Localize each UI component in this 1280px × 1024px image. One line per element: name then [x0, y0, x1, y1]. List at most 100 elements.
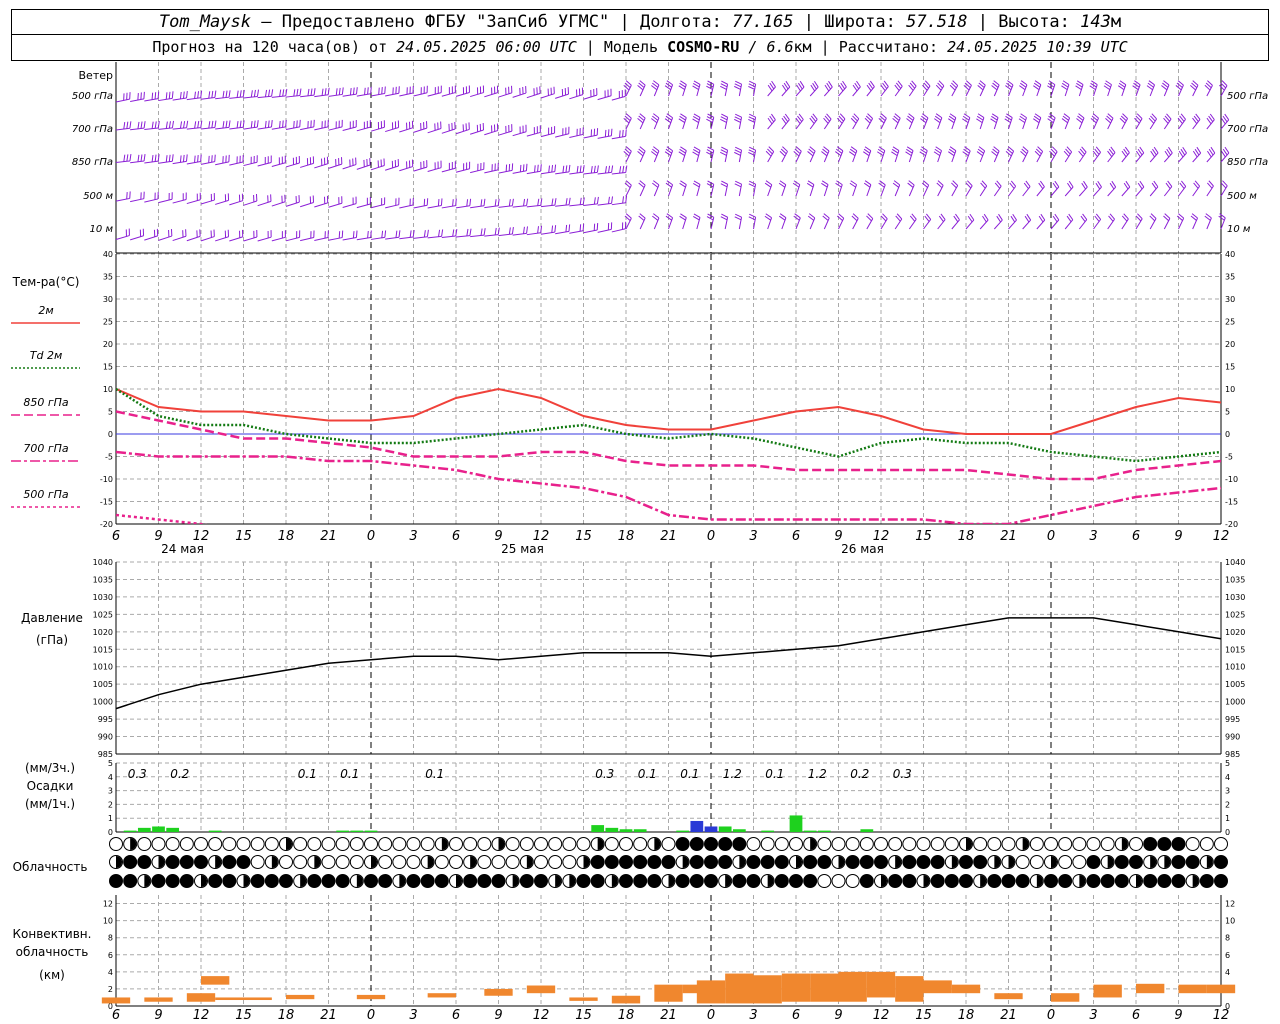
cloud-cover-circle	[151, 874, 166, 888]
cloud-cover-circle	[619, 855, 633, 869]
cloud-cover-circle	[279, 855, 293, 869]
conv-cloud-bar	[1093, 984, 1122, 998]
cloud-cover-circle	[194, 837, 208, 851]
wind-barb	[215, 199, 229, 205]
wind-barb	[172, 97, 187, 101]
wind-barb-feather	[307, 88, 310, 96]
wind-barb-feather	[441, 229, 444, 237]
cloud-cover-circle	[151, 837, 166, 851]
wind-barb-feather	[734, 151, 741, 156]
wind-level-label-right: 700 гПа	[1227, 124, 1268, 135]
wind-barb	[993, 185, 1002, 197]
wind-barb-feather	[129, 153, 132, 162]
cloud-cover-circle	[760, 837, 775, 851]
precip-ytick-left: 2	[108, 800, 113, 809]
wind-barb	[1121, 118, 1128, 130]
conv-cloud-bar	[951, 984, 981, 994]
wind-barb	[484, 234, 499, 237]
wind-barb-feather	[523, 226, 525, 234]
wind-barb	[1093, 219, 1102, 230]
wind-barb-feather	[183, 121, 186, 129]
wind-barb-feather	[540, 164, 542, 172]
wind-barb	[300, 202, 314, 208]
wind-barb	[172, 127, 187, 130]
conv-hour-label: 0	[1047, 1008, 1055, 1023]
wind-barb	[229, 126, 244, 130]
conv-cloud-bar	[201, 976, 230, 985]
cloud-cover-circle	[916, 837, 931, 851]
temp-hour-label: 0	[707, 529, 715, 544]
temp-legend-label: 500 гПа	[23, 488, 69, 501]
press-ytick-right: 1025	[1225, 610, 1245, 619]
cloud-cover-circle	[194, 855, 208, 869]
conv-cloud-bar	[526, 985, 556, 994]
cloud-cover-circle	[1001, 837, 1016, 851]
pressure-title: Давление	[21, 611, 83, 625]
cloud-cover-circle	[774, 855, 789, 869]
wind-barb	[611, 135, 626, 140]
wind-barb-feather	[186, 91, 188, 99]
cloud-cover-circle	[874, 855, 888, 869]
temp-ytick-right: -20	[1225, 520, 1238, 529]
wind-barb-feather	[197, 155, 199, 163]
wind-barb-feather	[140, 154, 143, 162]
wind-barb	[866, 218, 874, 230]
wind-barb-feather	[735, 213, 742, 218]
cloud-cover-circle	[222, 874, 237, 888]
wind-barb	[781, 86, 791, 97]
wind-barb-feather	[137, 121, 140, 129]
cloud-cover-circle	[916, 855, 931, 869]
wind-barb-feather	[165, 121, 168, 129]
temp-hour-label: 18	[958, 529, 975, 544]
wind-barb-feather	[367, 87, 369, 95]
wind-barb	[569, 94, 583, 100]
wind-barb	[144, 160, 159, 164]
cloud-cover-circle	[165, 874, 180, 888]
cloud-cover-circle	[789, 874, 803, 888]
wind-barb-feather	[151, 154, 154, 163]
wind-barb-feather	[171, 120, 175, 128]
wind-barb	[583, 203, 598, 207]
wind-barb-feather	[208, 121, 211, 129]
temp-hour-label: 0	[1047, 529, 1055, 544]
wind-barb	[484, 130, 498, 136]
wind-barb	[356, 126, 371, 132]
wind-barb	[555, 133, 569, 138]
conv-ytick-left: 6	[108, 951, 113, 960]
conv-hour-label: 6	[112, 1008, 120, 1023]
wind-barb	[767, 119, 776, 130]
temp-ytick-right: 15	[1225, 363, 1235, 372]
wind-barb-feather	[222, 90, 225, 98]
cloud-cover-circle	[250, 874, 265, 888]
temp-day-label: 26 мая	[841, 542, 884, 556]
wind-barb	[427, 235, 442, 239]
precip-bar	[690, 820, 704, 832]
conv-cloud-bar	[144, 997, 173, 1002]
wind-barb-feather	[364, 87, 366, 95]
wind-barb	[569, 171, 584, 175]
temp-hour-label: 3	[1089, 529, 1097, 544]
wind-barb	[215, 236, 229, 242]
wind-barb	[356, 164, 371, 170]
wind-barb-feather	[143, 154, 146, 162]
wind-barb-feather	[123, 122, 126, 130]
wind-barb	[229, 161, 244, 166]
wind-barb-feather	[706, 183, 714, 188]
cloud-cover-circle	[335, 837, 350, 851]
wind-barb-feather	[182, 154, 185, 162]
wind-barb	[370, 236, 385, 240]
wind-barb-feather	[137, 154, 140, 162]
precip-3h-total: 0.2	[850, 767, 869, 781]
wind-barb-feather	[455, 198, 457, 206]
wind-barb	[172, 198, 187, 204]
wind-barb	[314, 237, 329, 241]
wind-barb	[1036, 186, 1045, 197]
cloud-cover-circle	[647, 855, 662, 869]
precip-bar	[152, 826, 165, 832]
wind-barb	[427, 167, 442, 173]
cloud-cover-circle	[1199, 837, 1214, 851]
wind-barb-feather	[721, 213, 728, 218]
cloud-cover-circle	[633, 855, 648, 869]
conv-ytick-left: 4	[108, 968, 113, 977]
wind-barb	[484, 205, 499, 209]
